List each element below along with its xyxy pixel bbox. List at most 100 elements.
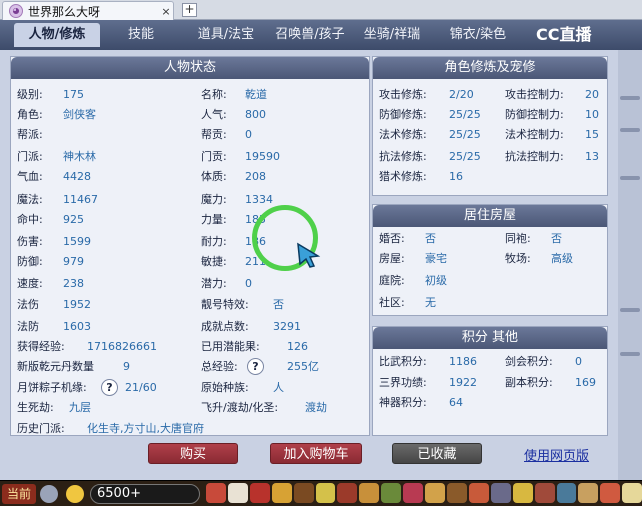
close-icon[interactable]: ×: [159, 5, 173, 18]
game-icon[interactable]: [600, 483, 621, 503]
tab-items[interactable]: 道具/法宝: [186, 23, 266, 47]
stat-key: 角色:: [17, 108, 43, 121]
collected-button[interactable]: 已收藏: [392, 443, 482, 464]
channel-button[interactable]: 当前: [2, 484, 36, 504]
game-icon[interactable]: [556, 483, 577, 503]
stat-key: 力量:: [201, 213, 227, 226]
emoji-icon[interactable]: [66, 485, 84, 503]
divider: [620, 176, 640, 180]
game-icon[interactable]: [359, 483, 380, 503]
stat-key: 帮贡:: [201, 128, 227, 141]
new-tab-button[interactable]: +: [182, 3, 197, 17]
stat-key: 庭院:: [379, 274, 405, 287]
stat-key: 成就点数:: [201, 320, 249, 333]
browser-tab[interactable]: ◕ 世界那么大呀 ×: [2, 1, 174, 20]
buy-button[interactable]: 购买: [148, 443, 238, 464]
game-icon[interactable]: [490, 483, 511, 503]
browser-tab-bar: ◕ 世界那么大呀 × +: [0, 0, 642, 20]
stat-key: 气血:: [17, 170, 43, 183]
stat-key: 社区:: [379, 296, 405, 309]
stat-key: 名称:: [201, 88, 227, 101]
score-title: 积分 其他: [373, 327, 607, 349]
stat-row: 帮派:: [17, 125, 197, 145]
cultivation-row: 防御修炼: 25/25 防御控制力: 10: [379, 105, 605, 125]
stat-value: 255亿: [287, 360, 319, 373]
stat-key: 法术修炼:: [379, 128, 427, 141]
game-icon[interactable]: [381, 483, 402, 503]
game-icon[interactable]: [293, 483, 314, 503]
game-icon[interactable]: [337, 483, 358, 503]
stat-row: 飞升/渡劫/化圣: 渡劫: [201, 398, 367, 418]
stat-row: 人气: 800: [201, 105, 367, 125]
stat-value: 13: [585, 150, 599, 163]
game-icon[interactable]: [622, 483, 642, 503]
help-icon[interactable]: ?: [247, 358, 264, 375]
tab-skills[interactable]: 技能: [112, 23, 170, 47]
stat-key: 婚否:: [379, 232, 405, 245]
game-icon[interactable]: [425, 483, 445, 503]
stat-key: 神器积分:: [379, 396, 427, 409]
status-title: 人物状态: [11, 57, 369, 79]
stat-key: 新版乾元丹数量: [17, 360, 94, 373]
stat-key: 月饼粽子机缘:: [17, 381, 87, 394]
stat-value: 1716826661: [87, 340, 157, 353]
tab-summons[interactable]: 召唤兽/孩子: [270, 23, 350, 47]
housing-section: 居住房屋 婚否: 否 同袍: 否 房屋: 豪宅 牧场: 高级 庭院: 初级 社区: 无: [372, 204, 608, 316]
stat-value: 16: [449, 170, 463, 183]
stat-row: 体质: 208: [201, 167, 367, 187]
stat-key: 防御控制力:: [505, 108, 564, 121]
housing-row: 社区: 无: [379, 293, 605, 313]
cultivation-row: 猎术修炼: 16: [379, 167, 605, 187]
score-row: 三界功绩: 1922 副本积分: 169: [379, 373, 605, 393]
game-icon[interactable]: [534, 483, 555, 503]
stat-value: 25/25: [449, 108, 481, 121]
game-icon[interactable]: [227, 483, 248, 503]
stat-value: 人: [273, 381, 284, 394]
category-nav: 人物/修炼 技能 道具/法宝 召唤兽/孩子 坐骑/祥瑞 锦衣/染色 CC直播: [0, 20, 642, 50]
cc-live-logo: CC直播: [536, 25, 592, 44]
game-icon[interactable]: [578, 483, 599, 503]
game-icon[interactable]: [446, 483, 467, 503]
game-icon[interactable]: [249, 483, 270, 503]
stat-value: 神木林: [63, 150, 96, 163]
tab-character[interactable]: 人物/修炼: [14, 23, 100, 47]
stat-value: 21/60: [125, 381, 157, 394]
stat-value: 化生寺,方寸山,大唐官府: [87, 422, 204, 435]
stat-row: 获得经验: 1716826661: [17, 337, 201, 357]
stat-row: 命中: 925: [17, 210, 197, 230]
stat-key: 法防: [17, 320, 39, 333]
stat-value: 1952: [63, 298, 91, 311]
stat-value: 19590: [245, 150, 280, 163]
stat-row: 靓号特效: 否: [201, 295, 367, 315]
stat-value: 豪宅: [425, 252, 447, 265]
stat-row: 潜力: 0: [201, 274, 367, 294]
game-icon[interactable]: [512, 483, 533, 503]
add-to-cart-button[interactable]: 加入购物车: [270, 443, 362, 464]
divider: [620, 352, 640, 356]
help-icon[interactable]: ?: [101, 379, 118, 396]
tab-outfits[interactable]: 锦衣/染色: [438, 23, 518, 47]
stat-row: 生死劫: 九层: [17, 398, 201, 418]
game-icon[interactable]: [468, 483, 489, 503]
tab-mounts[interactable]: 坐骑/祥瑞: [354, 23, 430, 47]
microphone-icon[interactable]: [40, 485, 58, 503]
web-version-link[interactable]: 使用网页版: [524, 445, 589, 464]
stat-key: 飞升/渡劫/化圣:: [201, 401, 279, 414]
game-icon[interactable]: [206, 483, 226, 503]
game-icon[interactable]: [403, 483, 424, 503]
stat-value: 25/25: [449, 150, 481, 163]
stat-key: 耐力:: [201, 235, 227, 248]
stat-key: 防御:: [17, 255, 43, 268]
stat-key: 比武积分:: [379, 355, 427, 368]
score-section: 积分 其他 比武积分: 1186 剑会积分: 0 三界功绩: 1922 副本积分: 169 …: [372, 326, 608, 436]
game-icon[interactable]: [315, 483, 336, 503]
stat-key: 总经验:: [201, 360, 238, 373]
stat-value: 979: [63, 255, 84, 268]
cultivation-row: 攻击修炼: 2/20 攻击控制力: 20: [379, 85, 605, 105]
divider: [620, 96, 640, 100]
tab-title: 世界那么大呀: [28, 4, 101, 19]
stat-row: 月饼粽子机缘: ? 21/60: [17, 378, 201, 398]
stat-value: 11467: [63, 193, 98, 206]
stat-value: 0: [245, 277, 252, 290]
game-icon[interactable]: [271, 483, 292, 503]
